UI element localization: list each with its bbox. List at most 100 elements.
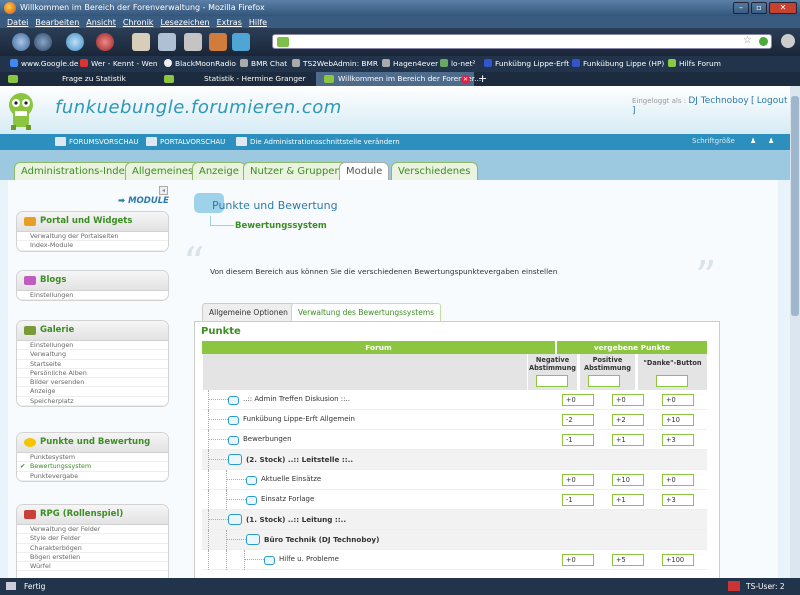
bookmark-funkuebung-lippe-erft[interactable]: Funkübng Lippe-Erft bbox=[484, 59, 569, 68]
bookmark-funkuebung-lippe-hp[interactable]: Funkübung Lippe (HP) bbox=[572, 59, 664, 68]
negative-points-input[interactable]: +0 bbox=[562, 474, 594, 486]
new-tab-button[interactable]: + bbox=[478, 72, 487, 85]
sidebar-item[interactable]: Style der Felder bbox=[17, 534, 168, 544]
collapse-sidebar-button[interactable]: ◂ bbox=[159, 186, 168, 195]
forum-name[interactable]: Funkübung Lippe-Erft Allgemein bbox=[243, 415, 355, 423]
sidebar-item[interactable]: Charakterbögen bbox=[17, 544, 168, 553]
sidebar-item[interactable]: Bögen erstellen bbox=[17, 553, 168, 563]
page-scrollbar[interactable] bbox=[790, 86, 800, 578]
filter-negative-input[interactable] bbox=[536, 375, 568, 387]
thanks-points-input[interactable]: +0 bbox=[662, 474, 694, 486]
forum-name[interactable]: (1. Stock) ..:: Leitung ::.. bbox=[246, 515, 346, 524]
forum-name[interactable]: Büro Technik (DJ Technoboy) bbox=[264, 535, 379, 544]
menu-bearbeiten[interactable]: Bearbeiten bbox=[35, 18, 79, 27]
sidebar-item[interactable]: Einstellungen bbox=[17, 341, 168, 351]
menu-extras[interactable]: Extras bbox=[217, 18, 242, 27]
sidebar-item[interactable]: Verwaltung der Portalseiten bbox=[17, 232, 168, 242]
site-title[interactable]: funkuebungle.forumieren.com bbox=[55, 97, 342, 118]
tab-module[interactable]: Module bbox=[339, 162, 390, 180]
menu-datei[interactable]: Datei bbox=[7, 18, 28, 27]
forum-preview-link[interactable]: FORUMSVORSCHAU bbox=[55, 137, 139, 146]
portal-preview-link[interactable]: PORTALVORSCHAU bbox=[146, 137, 225, 146]
tab-nutzer-gruppen[interactable]: Nutzer & Gruppen bbox=[243, 162, 348, 180]
maximize-button[interactable]: ▫ bbox=[751, 2, 767, 14]
sidebar-item[interactable]: Persönliche Alben bbox=[17, 369, 168, 379]
bookmark-lo-net[interactable]: lo-net² bbox=[440, 59, 475, 68]
positive-points-input[interactable]: +1 bbox=[612, 434, 644, 446]
close-window-button[interactable]: ✕ bbox=[769, 2, 797, 14]
browser-tab-active[interactable]: Willkommen im Bereich der Forenver... ✕ bbox=[316, 72, 481, 86]
tab-verschiedenes[interactable]: Verschiedenes bbox=[391, 162, 478, 180]
thanks-points-input[interactable]: +10 bbox=[662, 414, 694, 426]
forum-name[interactable]: Hilfe u. Probleme bbox=[279, 555, 339, 563]
negative-points-input[interactable]: -1 bbox=[562, 434, 594, 446]
reload-icon[interactable] bbox=[66, 33, 84, 51]
bookmark-bmr-chat[interactable]: BMR Chat bbox=[240, 59, 287, 68]
stop-icon[interactable] bbox=[96, 33, 114, 51]
back-icon[interactable] bbox=[12, 33, 30, 51]
menu-chronik[interactable]: Chronik bbox=[123, 18, 154, 27]
negative-points-input[interactable]: -2 bbox=[562, 414, 594, 426]
forum-name[interactable]: ..:: Admin Treffen Diskusion ::.. bbox=[243, 395, 350, 403]
tab-allgemeines[interactable]: Allgemeines bbox=[125, 162, 201, 180]
font-increase-icon[interactable]: ♟ bbox=[750, 137, 756, 145]
go-icon[interactable] bbox=[759, 37, 768, 46]
sidebar-item[interactable]: Würfel bbox=[17, 562, 168, 572]
sidebar-item[interactable]: Index-Module bbox=[17, 241, 168, 251]
addon-icon[interactable] bbox=[209, 33, 227, 51]
minimize-button[interactable]: – bbox=[733, 2, 749, 14]
print-icon[interactable] bbox=[184, 33, 202, 51]
thanks-points-input[interactable]: +3 bbox=[662, 494, 694, 506]
tab-administrations-index[interactable]: Administrations-Index bbox=[14, 162, 138, 180]
positive-points-input[interactable]: +0 bbox=[612, 394, 644, 406]
browser-tab[interactable]: Statistik - Hermine Granger bbox=[156, 72, 314, 86]
browser-tab[interactable]: Frage zu Statistik bbox=[0, 72, 155, 86]
change-admin-link[interactable]: Die Administrationsschnittstelle verände… bbox=[236, 137, 400, 146]
filter-positive-input[interactable] bbox=[588, 375, 620, 387]
tab-anzeige[interactable]: Anzeige bbox=[192, 162, 246, 180]
star-icon[interactable]: ☆ bbox=[743, 35, 752, 46]
username-link[interactable]: DJ Technoboy bbox=[688, 96, 748, 106]
positive-points-input[interactable]: +1 bbox=[612, 494, 644, 506]
bookmark-ts2webadmin[interactable]: TS2WebAdmin: BMR bbox=[292, 59, 378, 68]
tab-allgemeine-optionen[interactable]: Allgemeine Optionen bbox=[202, 303, 295, 321]
bookmark-wkw[interactable]: Wer - Kennt - Wen bbox=[80, 59, 158, 68]
bookmark-hagen4ever[interactable]: Hagen4ever bbox=[382, 59, 438, 68]
sidebar-item[interactable]: Startseite bbox=[17, 360, 168, 369]
sidebar-item[interactable]: Speicherplatz bbox=[17, 397, 168, 407]
logout-link[interactable]: Logout bbox=[757, 96, 788, 106]
menu-lesezeichen[interactable]: Lesezeichen bbox=[160, 18, 209, 27]
thanks-points-input[interactable]: +3 bbox=[662, 434, 694, 446]
forward-icon[interactable] bbox=[34, 33, 52, 51]
negative-points-input[interactable]: +0 bbox=[562, 394, 594, 406]
url-bar[interactable]: ☆ bbox=[272, 34, 772, 49]
menu-ansicht[interactable]: Ansicht bbox=[86, 18, 116, 27]
negative-points-input[interactable]: -1 bbox=[562, 494, 594, 506]
sidebar-item[interactable]: Punktesystem bbox=[17, 453, 168, 463]
close-tab-icon[interactable]: ✕ bbox=[461, 75, 470, 84]
scrollbar-thumb[interactable] bbox=[791, 96, 799, 316]
sidebar-item[interactable]: Bilder versenden bbox=[17, 378, 168, 388]
thanks-points-input[interactable]: +100 bbox=[662, 554, 694, 566]
thanks-points-input[interactable]: +0 bbox=[662, 394, 694, 406]
negative-points-input[interactable]: +0 bbox=[562, 554, 594, 566]
menu-hilfe[interactable]: Hilfe bbox=[249, 18, 267, 27]
sidebar-icon[interactable] bbox=[232, 33, 250, 51]
home-icon[interactable] bbox=[132, 33, 150, 51]
font-decrease-icon[interactable]: ♟ bbox=[768, 137, 774, 145]
positive-points-input[interactable]: +5 bbox=[612, 554, 644, 566]
sidebar-item[interactable]: Punktevergabe bbox=[17, 472, 168, 481]
bookmark-hilfs-forum[interactable]: Hilfs Forum bbox=[668, 59, 721, 68]
sidebar-item[interactable]: Verwaltung bbox=[17, 350, 168, 360]
positive-points-input[interactable]: +10 bbox=[612, 474, 644, 486]
forum-name[interactable]: Einsatz Forlage bbox=[261, 495, 314, 503]
positive-points-input[interactable]: +2 bbox=[612, 414, 644, 426]
bookmark-blackmoonradio[interactable]: BlackMoonRadio bbox=[164, 59, 236, 68]
forum-name[interactable]: Bewerbungen bbox=[243, 435, 292, 443]
sidebar-item-active[interactable]: ✔ Bewertungssystem bbox=[17, 462, 168, 472]
sidebar-item[interactable]: Einstellungen bbox=[17, 291, 168, 301]
addon-status-icon[interactable] bbox=[728, 581, 740, 591]
forum-name[interactable]: (2. Stock) ..:: Leitstelle ::.. bbox=[246, 455, 353, 464]
sidebar-item[interactable]: Verwaltung der Felder bbox=[17, 525, 168, 535]
forum-name[interactable]: Aktuelle Einsätze bbox=[261, 475, 321, 483]
